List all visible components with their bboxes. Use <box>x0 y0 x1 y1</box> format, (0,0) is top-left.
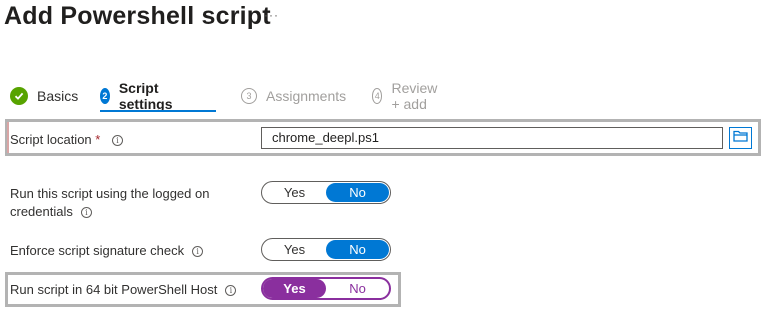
step-basics[interactable]: Basics <box>10 84 78 108</box>
step-label: Assignments <box>266 88 347 104</box>
step-script-settings[interactable]: 2 Script settings <box>100 80 179 112</box>
toggle-no-option[interactable]: No <box>326 183 389 202</box>
required-marker: * <box>95 132 101 147</box>
step-number: 4 <box>372 88 383 104</box>
page-title: Add Powershell script <box>4 2 271 30</box>
step-number: 3 <box>241 88 257 104</box>
label-text: Enforce script signature check <box>10 243 185 258</box>
step-number: 2 <box>100 88 110 104</box>
script-location-input[interactable]: chrome_deepl.ps1 <box>261 127 723 149</box>
info-icon[interactable]: i <box>225 285 237 297</box>
step-label: Review + add <box>391 80 438 112</box>
label-text: Script location <box>10 132 92 147</box>
step-assignments[interactable]: 3 Assignments <box>241 84 346 108</box>
logged-on-label: Run this script using the logged on cred… <box>10 185 209 221</box>
step-label: Script settings <box>118 80 173 112</box>
info-icon[interactable]: i <box>192 246 204 258</box>
more-options-icon[interactable]: ··· <box>264 8 279 22</box>
toggle-no-option[interactable]: No <box>326 279 389 298</box>
label-line2: credentials <box>10 204 73 219</box>
step-label: Basics <box>37 88 79 104</box>
run-64bit-label: Run script in 64 bit PowerShell Host i <box>10 281 237 299</box>
info-icon[interactable]: i <box>111 135 123 147</box>
signature-check-toggle[interactable]: Yes No <box>261 238 391 261</box>
info-icon[interactable]: i <box>80 207 92 219</box>
folder-icon <box>733 129 748 147</box>
run-64bit-toggle[interactable]: Yes No <box>261 277 391 300</box>
toggle-yes-option[interactable]: Yes <box>263 240 326 259</box>
script-location-label: Script location * i <box>10 131 123 149</box>
logged-on-toggle[interactable]: Yes No <box>261 181 391 204</box>
step-review-add[interactable]: 4 Review + add <box>372 80 443 112</box>
signature-check-label: Enforce script signature check i <box>10 242 204 260</box>
toggle-yes-option[interactable]: Yes <box>263 279 326 298</box>
checkmark-icon <box>10 87 28 105</box>
toggle-no-option[interactable]: No <box>326 240 389 259</box>
active-step-underline <box>100 110 216 112</box>
row-marker <box>7 122 9 153</box>
label-text: Run script in 64 bit PowerShell Host <box>10 282 218 297</box>
toggle-yes-option[interactable]: Yes <box>263 183 326 202</box>
label-line1: Run this script using the logged on <box>10 186 210 201</box>
browse-button[interactable] <box>729 127 752 149</box>
